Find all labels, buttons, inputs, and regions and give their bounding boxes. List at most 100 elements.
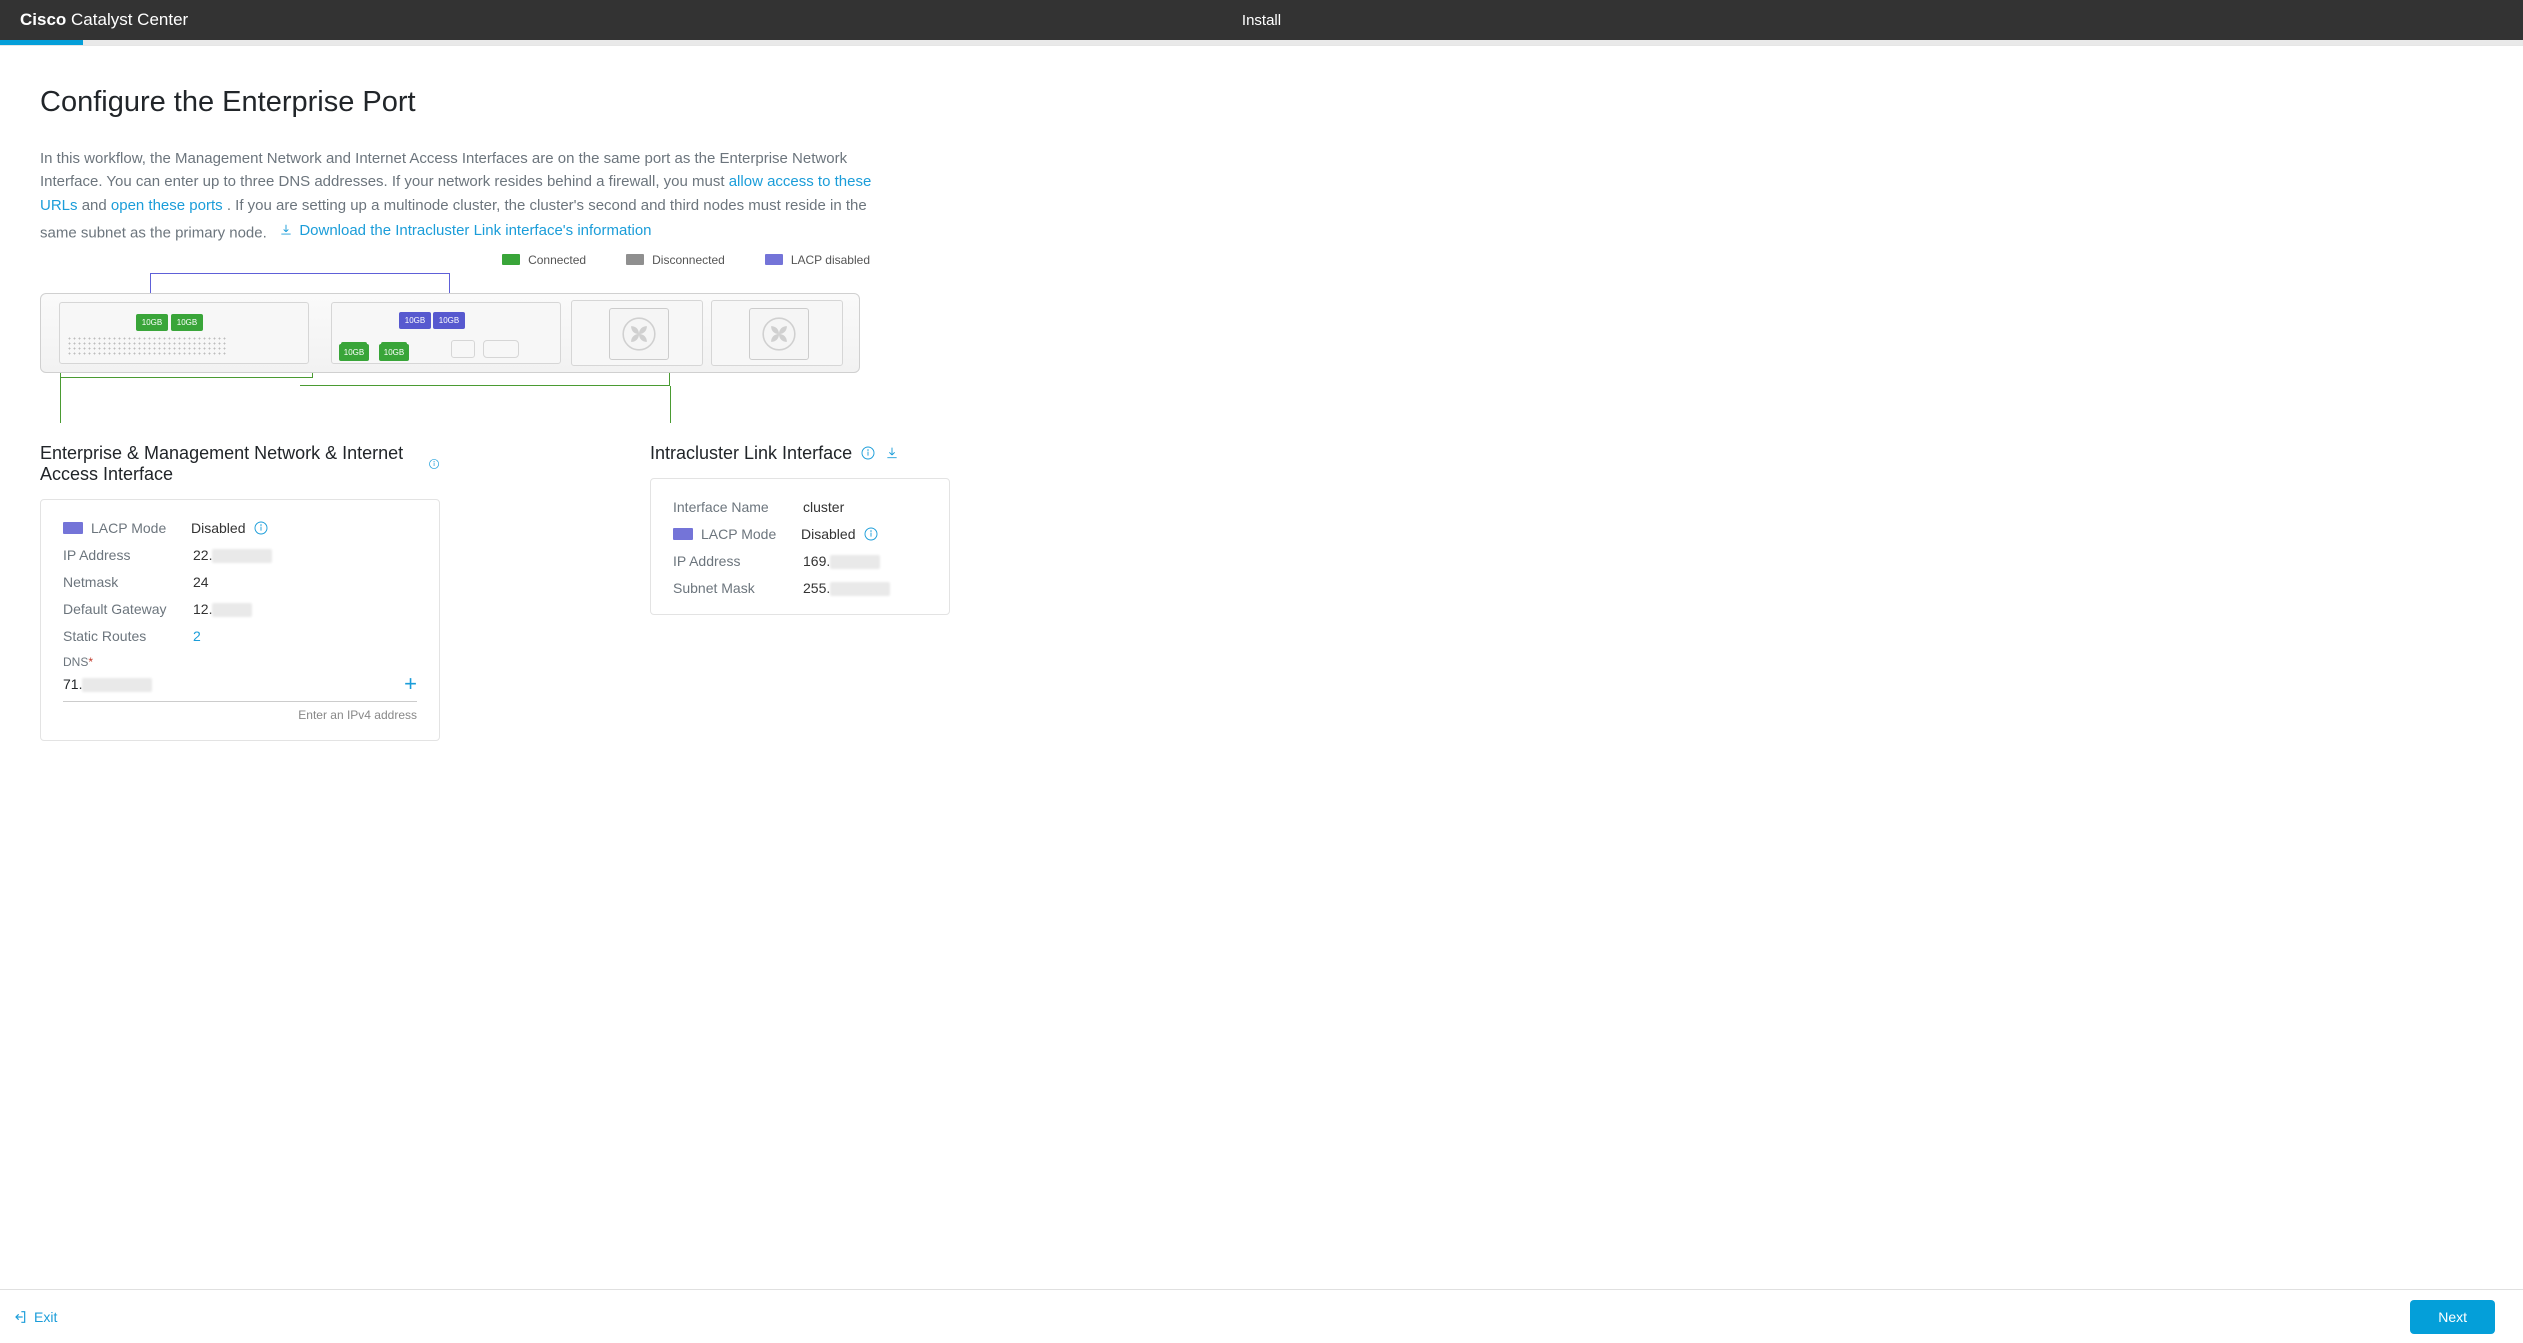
port-intracluster-1: 10GB xyxy=(399,312,431,329)
page-title: Configure the Enterprise Port xyxy=(40,86,1460,119)
info-icon[interactable] xyxy=(863,526,879,542)
enterprise-card: LACP Mode Disabled IP Address 22. Netmas… xyxy=(40,499,440,742)
intracluster-ip-row: IP Address 169. xyxy=(673,553,927,569)
download-icon[interactable] xyxy=(884,445,900,461)
lacp-chip-icon xyxy=(673,528,693,540)
enterprise-netmask-row: Netmask 24 xyxy=(63,574,417,590)
legend-disconnected-label: Disconnected xyxy=(652,253,725,267)
enterprise-ip-row: IP Address 22. xyxy=(63,547,417,563)
enterprise-lacp-value: Disabled xyxy=(191,520,245,536)
intro-part1: In this workflow, the Management Network… xyxy=(40,150,847,190)
lacp-chip-icon xyxy=(63,522,83,534)
legend-connected: Connected xyxy=(502,253,586,267)
dns-input-row[interactable]: 71. + xyxy=(63,669,417,702)
fan-2 xyxy=(749,308,809,360)
dns-value-prefix: 71. xyxy=(63,676,82,692)
intracluster-ifname-row: Interface Name cluster xyxy=(673,499,927,515)
enterprise-gateway-value: 12. xyxy=(193,601,252,617)
masked-value xyxy=(82,678,152,692)
intracluster-mask-label: Subnet Mask xyxy=(673,580,803,596)
intracluster-mask-prefix: 255. xyxy=(803,580,830,596)
intracluster-mask-row: Subnet Mask 255. xyxy=(673,580,927,596)
enterprise-title-text: Enterprise & Management Network & Intern… xyxy=(40,443,420,485)
legend-lacp: LACP disabled xyxy=(765,253,870,267)
info-icon[interactable] xyxy=(860,445,876,461)
exit-button[interactable]: Exit xyxy=(12,1309,57,1325)
required-asterisk: * xyxy=(88,655,93,669)
enterprise-gateway-row: Default Gateway 12. xyxy=(63,601,417,617)
app-header: Cisco Catalyst Center Install xyxy=(0,0,2523,40)
intro-and: and xyxy=(82,197,111,214)
misc-port-1 xyxy=(451,340,475,358)
interface-cards: Enterprise & Management Network & Intern… xyxy=(40,443,1460,742)
intracluster-title: Intracluster Link Interface xyxy=(650,443,950,464)
connector-enterprise-down xyxy=(60,378,61,423)
exit-label: Exit xyxy=(34,1309,57,1325)
swatch-connected xyxy=(502,254,520,265)
port-intracluster-2: 10GB xyxy=(433,312,465,329)
legend-connected-label: Connected xyxy=(528,253,586,267)
link-open-ports[interactable]: open these ports xyxy=(111,197,223,214)
misc-port-2 xyxy=(483,340,519,358)
intracluster-ip-label: IP Address xyxy=(673,553,803,569)
download-link-text: Download the Intracluster Link interface… xyxy=(299,219,651,242)
enterprise-netmask-label: Netmask xyxy=(63,574,193,590)
enterprise-routes-value[interactable]: 2 xyxy=(193,628,201,644)
enterprise-column: Enterprise & Management Network & Intern… xyxy=(40,443,440,742)
port-enterprise-2: 10GB xyxy=(171,314,203,331)
intracluster-lacp-row: LACP Mode Disabled xyxy=(673,526,927,542)
masked-value xyxy=(212,603,252,617)
brand-rest: Catalyst Center xyxy=(71,10,188,29)
device-diagram: 10GB 10GB 10GB 10GB 10GB 10GB xyxy=(40,273,870,423)
port-plug-2-label: 10GB xyxy=(379,344,409,361)
fan-1 xyxy=(609,308,669,360)
legend-lacp-label: LACP disabled xyxy=(791,253,870,267)
brand: Cisco Catalyst Center xyxy=(20,10,188,30)
masked-value xyxy=(830,555,880,569)
intracluster-ip-prefix: 169. xyxy=(803,553,830,569)
download-intracluster-info[interactable]: Download the Intracluster Link interface… xyxy=(279,219,651,242)
intro-text: In this workflow, the Management Network… xyxy=(40,147,880,245)
enterprise-ip-label: IP Address xyxy=(63,547,193,563)
footer: Exit Next xyxy=(0,1289,2523,1343)
enterprise-netmask-value: 24 xyxy=(193,574,209,590)
intracluster-title-text: Intracluster Link Interface xyxy=(650,443,852,464)
next-button[interactable]: Next xyxy=(2410,1300,2495,1334)
port-plug-1-label: 10GB xyxy=(339,344,369,361)
enterprise-title: Enterprise & Management Network & Intern… xyxy=(40,443,440,485)
header-title: Install xyxy=(1242,12,1281,29)
intracluster-column: Intracluster Link Interface Interface Na… xyxy=(650,443,950,742)
exit-icon xyxy=(12,1309,28,1325)
swatch-lacp xyxy=(765,254,783,265)
dns-hint: Enter an IPv4 address xyxy=(63,708,417,722)
enterprise-lacp-row: LACP Mode Disabled xyxy=(63,520,417,536)
enterprise-ip-prefix: 22. xyxy=(193,547,212,563)
enterprise-routes-label: Static Routes xyxy=(63,628,193,644)
intracluster-ifname-label: Interface Name xyxy=(673,499,803,515)
dns-label-text: DNS xyxy=(63,655,88,669)
masked-value xyxy=(830,582,890,596)
port-enterprise-1: 10GB xyxy=(136,314,168,331)
dns-block: DNS* 71. + Enter an IPv4 address xyxy=(63,655,417,722)
add-dns-button[interactable]: + xyxy=(404,673,417,695)
legend: Connected Disconnected LACP disabled xyxy=(40,253,870,267)
intracluster-lacp-label: LACP Mode xyxy=(701,526,801,542)
enterprise-routes-row: Static Routes 2 xyxy=(63,628,417,644)
enterprise-ip-value: 22. xyxy=(193,547,272,563)
download-icon xyxy=(279,223,293,237)
dns-label: DNS* xyxy=(63,655,417,669)
info-icon[interactable] xyxy=(428,456,440,472)
dotgrid-left xyxy=(67,336,227,356)
info-icon[interactable] xyxy=(253,520,269,536)
masked-value xyxy=(212,549,272,563)
dns-input[interactable]: 71. xyxy=(63,676,404,692)
brand-bold: Cisco xyxy=(20,10,66,29)
intracluster-ip-value: 169. xyxy=(803,553,880,569)
enterprise-lacp-label: LACP Mode xyxy=(91,520,191,536)
page-body: Configure the Enterprise Port In this wo… xyxy=(0,46,1500,841)
connector-intracluster-down xyxy=(670,386,671,423)
legend-disconnected: Disconnected xyxy=(626,253,725,267)
intracluster-mask-value: 255. xyxy=(803,580,890,596)
intracluster-lacp-value: Disabled xyxy=(801,526,855,542)
enterprise-gateway-label: Default Gateway xyxy=(63,601,193,617)
